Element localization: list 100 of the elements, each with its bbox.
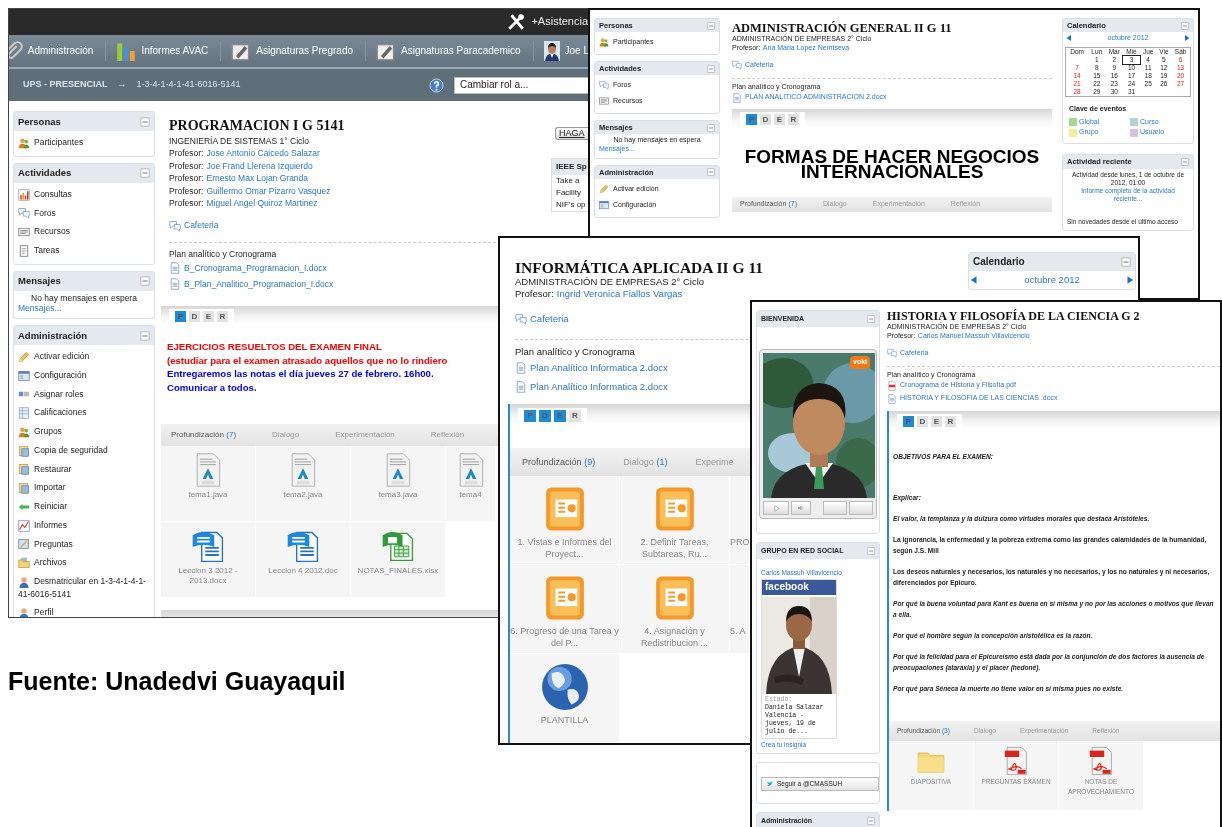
previous-button[interactable] [1065, 34, 1073, 43]
menu-item[interactable]: Foros [18, 203, 150, 223]
collapse-icon [1121, 257, 1131, 267]
people-icon [18, 136, 30, 149]
professor-link[interactable]: Jose Antonio Caicedo Salazar [206, 148, 320, 158]
course-title: ADMINISTRACIÓN GENERAL II G 11 [732, 22, 952, 35]
section-tab[interactable]: D [760, 114, 771, 126]
nav-link[interactable]: Asignaturas Paracademico [365, 41, 521, 61]
file-link[interactable]: B_Cronograma_Programacion_I.docx [169, 260, 327, 277]
pen-icon [376, 41, 396, 61]
person-icon [18, 575, 30, 588]
play-icon [771, 503, 781, 513]
menu-item[interactable]: Restaurar [18, 459, 150, 479]
menu-item[interactable]: Activar edición [18, 347, 150, 366]
next-button[interactable] [1183, 34, 1191, 43]
file-link[interactable]: Plan Analítico Informatica 2.docx [515, 358, 668, 378]
menu-item[interactable]: Calificaciones [18, 403, 150, 422]
section-tab[interactable]: R [788, 114, 799, 126]
section-tab[interactable]: R [217, 311, 228, 323]
news-text: Take a [555, 175, 581, 188]
banner-text: FORMAS DE HACER NEGOCIOS INTERNACIONALES [743, 145, 1041, 185]
section-tab[interactable]: R [945, 416, 956, 428]
nav-link[interactable]: Administración [9, 41, 94, 61]
file-tile[interactable]: tema4 [446, 446, 496, 523]
pdf-icon [887, 380, 897, 391]
notice-text: EJERCICIOS RESUELTOS DEL EXAMEN FINAL [167, 340, 382, 354]
nav-link[interactable]: Informes AVAC [105, 41, 209, 61]
section-tab[interactable]: D [917, 416, 928, 428]
professor-label: Profesor: [169, 160, 204, 171]
menu-item[interactable]: Grupos [18, 422, 150, 441]
file-tile[interactable]: Leccion 4 2012.doc [256, 522, 351, 599]
file-tile[interactable]: 1. Vistas e Informes del Proyect... [510, 476, 620, 566]
breadcrumb-text: 1-3-4-1-4-1-41-6016-5141 [136, 79, 241, 91]
document-icon [18, 226, 30, 238]
menu-item[interactable]: Participantes [18, 133, 150, 152]
collapse-icon [1181, 158, 1189, 166]
document-icon [515, 361, 527, 374]
menu-item[interactable]: Consultas [18, 184, 150, 204]
course-title: PROGRAMACION I G 5141 [169, 117, 345, 135]
tab[interactable]: Dialogo (1) [623, 456, 668, 468]
file-tile[interactable]: 4. Asignación y Redistribucion ... [620, 565, 730, 655]
file-link[interactable]: B_Plan_Analitico_Programacion_I.docx [169, 276, 334, 293]
file-tile[interactable]: tema2.java [256, 446, 351, 523]
collapse-icon [707, 168, 715, 177]
file-tile[interactable]: tema3.java [351, 446, 446, 523]
menu-item[interactable]: Asignar roles [18, 384, 150, 404]
menu-item[interactable]: Configuración [18, 365, 150, 385]
tab[interactable]: Profundización (9) [522, 456, 596, 468]
course-title: HISTORIA Y FILOSOFÍA DE LA CIENCIA G 2 [887, 310, 1140, 323]
menu-item[interactable]: Perfil [18, 602, 150, 617]
nav-link[interactable]: Asignaturas Pregrado [220, 41, 353, 61]
next-button[interactable] [1125, 274, 1135, 286]
section-tab[interactable]: E [774, 114, 785, 126]
breadcrumb-link[interactable]: UPS - PRESENCIAL [23, 79, 108, 91]
plan-heading: Plan analítico y Cronograma [515, 346, 635, 359]
section-tab[interactable]: D [189, 311, 200, 323]
messages-link[interactable]: Mensajes... [18, 303, 150, 314]
document-icon [887, 393, 897, 404]
tab[interactable]: Profundización (7) [171, 430, 237, 441]
file-tile[interactable]: Leccion 3 2012 - 2013.docx [161, 522, 256, 599]
menu-item[interactable]: Recursos [18, 222, 150, 241]
file-tile[interactable]: PRO [730, 476, 750, 566]
assistance-menu[interactable]: +Asistencia [507, 13, 588, 31]
professor-link[interactable]: Joe Frand Llerena Izquierdo [206, 160, 313, 171]
forum-link[interactable]: Cafeteria [515, 309, 569, 329]
file-tile[interactable]: PLANTILLA [510, 654, 620, 743]
file-tile[interactable]: 2. Definir Tareas, Subtareas, Ru... [620, 476, 730, 566]
menu-item[interactable]: Preguntas [18, 534, 150, 554]
menu-item[interactable]: Archivos [18, 553, 150, 572]
role-select[interactable]: Cambiar rol a... [454, 76, 589, 94]
menu-item[interactable]: Tareas [18, 241, 150, 260]
chart-icon [18, 188, 30, 201]
course-title: INFORMÁTICA APLICADA II G 11 [515, 260, 764, 276]
menu-item[interactable]: Copia de seguridad [18, 440, 150, 460]
menu-item[interactable]: Importar [18, 478, 150, 497]
file-tile[interactable]: tema1.java [161, 446, 256, 523]
document-icon [169, 262, 181, 275]
menu-item[interactable]: Desmatricular en 1-3-4-1-4-1-41-6016-5141 [18, 572, 150, 603]
file-tile[interactable]: NOTAS_FINALES.xlsx [351, 522, 446, 599]
section-tab[interactable]: E [931, 416, 942, 428]
section-tab[interactable]: E [203, 311, 214, 323]
forum-link[interactable]: Cafeteria [169, 217, 219, 234]
menu-item[interactable]: Informes [18, 515, 150, 535]
file-tile[interactable]: 5. A [730, 565, 750, 655]
haga-button[interactable]: HAGA [555, 127, 589, 141]
previous-button[interactable] [969, 274, 979, 286]
professor-link[interactable]: Guillermo Omar Pizarro Vasquez [206, 185, 331, 196]
file-tile[interactable]: 6. Progreso de una Tarea y del P... [510, 565, 620, 655]
section-tab[interactable]: R [569, 410, 581, 423]
menu-item[interactable]: Reiniciar [18, 497, 150, 516]
speech-bubbles-icon [515, 313, 527, 326]
help-icon [429, 77, 444, 93]
professor-label: Profesor: [169, 173, 204, 183]
notice-text: (estudiar para el examen atrasado aquellos que no lo rindiero [167, 353, 448, 368]
collapse-icon [140, 276, 150, 287]
file-link[interactable]: Plan Analítico Informatica 2.docx [515, 377, 668, 397]
professor-link[interactable]: Miguel Angel Quiroz Martinez [206, 198, 318, 208]
professor-link[interactable]: Ernesto Max Lojan Granda [206, 173, 309, 183]
previous-icon [969, 275, 979, 286]
professor-link[interactable]: Ingrid Veronica Fiallos Vargas [556, 287, 683, 299]
